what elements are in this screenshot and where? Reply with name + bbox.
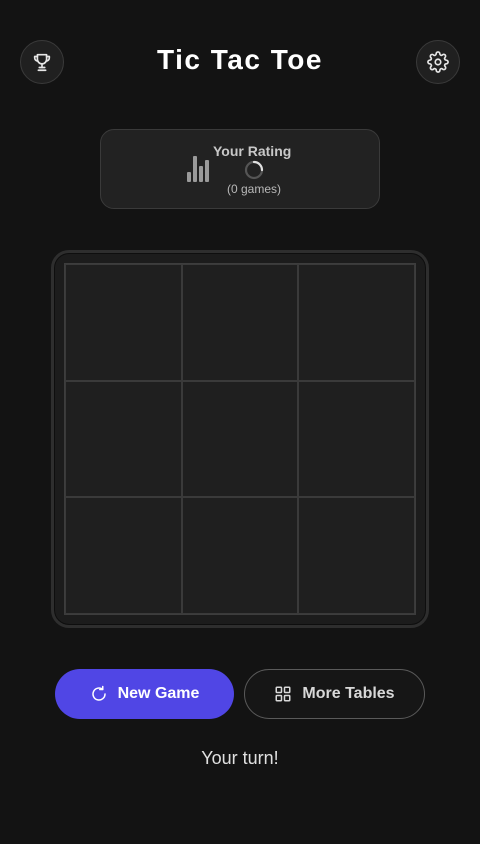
game-board <box>51 250 429 628</box>
turn-status: Your turn! <box>201 748 279 768</box>
board-cell[interactable] <box>65 264 182 381</box>
new-game-button[interactable]: New Game <box>55 669 234 719</box>
board-cell[interactable] <box>298 380 415 498</box>
rating-card: Your Rating (0 games) <box>100 129 380 209</box>
rating-label: Your Rating <box>213 143 292 159</box>
settings-button[interactable] <box>416 40 460 84</box>
board-cell[interactable] <box>65 497 182 614</box>
board-cell[interactable] <box>181 497 299 614</box>
board-grid <box>64 263 416 615</box>
new-game-label: New Game <box>117 685 200 702</box>
grid-icon <box>275 686 291 702</box>
board-cell[interactable] <box>298 264 415 381</box>
page-title: Tic Tac Toe <box>157 44 323 75</box>
loading-spinner-icon <box>244 160 264 180</box>
refresh-icon <box>91 685 106 701</box>
board-cell[interactable] <box>181 264 299 381</box>
board-cell[interactable] <box>298 497 415 614</box>
app-header: Tic Tac Toe <box>0 40 480 84</box>
more-tables-button[interactable]: More Tables <box>244 669 425 719</box>
board-cell[interactable] <box>65 380 182 498</box>
rating-games-count: (0 games) <box>227 182 282 196</box>
board-cell[interactable] <box>181 380 299 498</box>
more-tables-label: More Tables <box>302 685 395 702</box>
bar-chart-icon <box>187 156 209 182</box>
gear-icon <box>427 51 449 73</box>
